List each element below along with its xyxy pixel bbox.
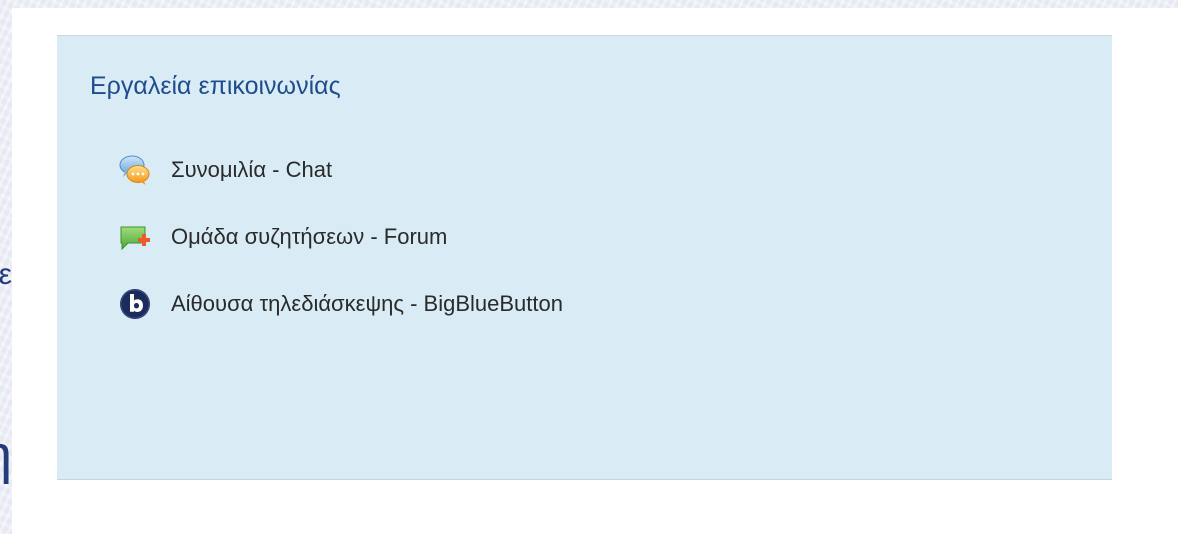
tool-item-chat[interactable]: Συνομιλία - Chat bbox=[118, 153, 332, 187]
tool-item-label: Συνομιλία - Chat bbox=[171, 157, 333, 182]
left-text-fragment: η bbox=[0, 425, 12, 485]
left-text-fragment-text: η bbox=[0, 425, 12, 485]
tool-item-bigbluebutton[interactable]: Αίθουσα τηλεδιάσκεψης - BigBlueButton bbox=[118, 287, 563, 321]
left-text-fragment: ε bbox=[0, 258, 12, 292]
chat-bubbles-icon bbox=[119, 155, 150, 185]
tool-item-forum[interactable]: Ομάδα συζητήσεων - Forum bbox=[118, 220, 447, 254]
tool-item-label: Αίθουσα τηλεδιάσκεψης - BigBlueButton bbox=[171, 291, 563, 316]
bigbluebutton-icon bbox=[120, 289, 150, 319]
communication-tools-block: Εργαλεία επικοινωνίας Συνομιλία - Chat Ο… bbox=[57, 35, 1112, 480]
block-title: Εργαλεία επικοινωνίας bbox=[90, 72, 341, 100]
tool-item-label: Ομάδα συζητήσεων - Forum bbox=[171, 224, 448, 249]
left-text-fragment-text: ε bbox=[0, 258, 12, 291]
forum-icon bbox=[120, 226, 150, 251]
